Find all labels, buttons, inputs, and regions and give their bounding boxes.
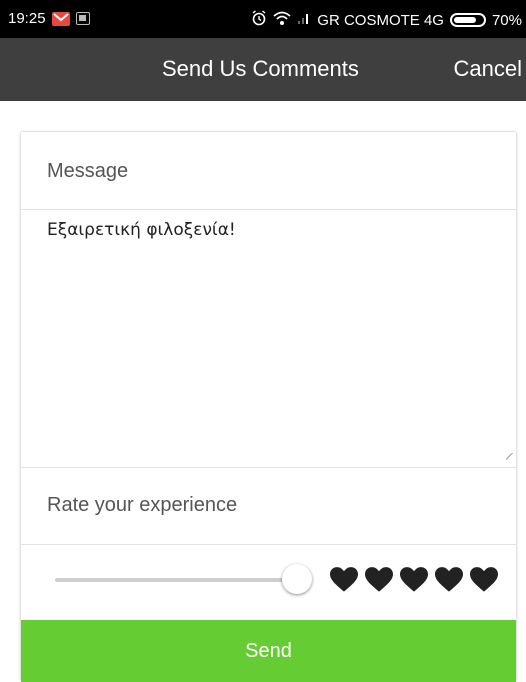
battery-icon [449,13,486,27]
divider [21,467,516,468]
heart-icon [365,567,393,592]
gmail-icon [51,11,70,26]
message-input[interactable]: Εξαιρετική φιλοξενία! [47,220,502,460]
heart-icon [470,567,498,592]
signal-icon [297,11,311,29]
cancel-button[interactable]: Cancel [454,56,522,82]
rating-slider-track[interactable] [55,578,295,582]
heart-icon [330,567,358,592]
wifi-icon [273,11,291,30]
heart-icon [400,567,428,592]
status-time: 19:25 [8,10,46,27]
carrier-label: GR COSMOTE 4G [317,11,444,29]
rating-slider-thumb[interactable] [282,564,313,594]
status-left: 19:25 [8,10,90,27]
rating-label: Rate your experience [47,494,238,516]
comment-form: Message Εξαιρετική φιλοξενία! Rate your … [20,131,517,682]
alarm-icon [251,10,267,30]
heart-icon [435,567,463,592]
battery-percent: 70% [491,11,522,29]
resize-grip-icon[interactable] [506,453,513,460]
message-label: Message [47,160,129,182]
rating-hearts [330,567,498,593]
action-bar: Send Us Comments Cancel [0,38,526,101]
status-right: GR COSMOTE 4G 70% [251,10,522,30]
page-title: Send Us Comments [162,56,359,81]
divider [21,209,516,210]
send-button[interactable]: Send [21,620,516,682]
image-notification-icon [75,12,90,25]
status-bar: 19:25 GR COSMOTE 4G 70% [0,0,526,38]
divider [21,544,516,545]
